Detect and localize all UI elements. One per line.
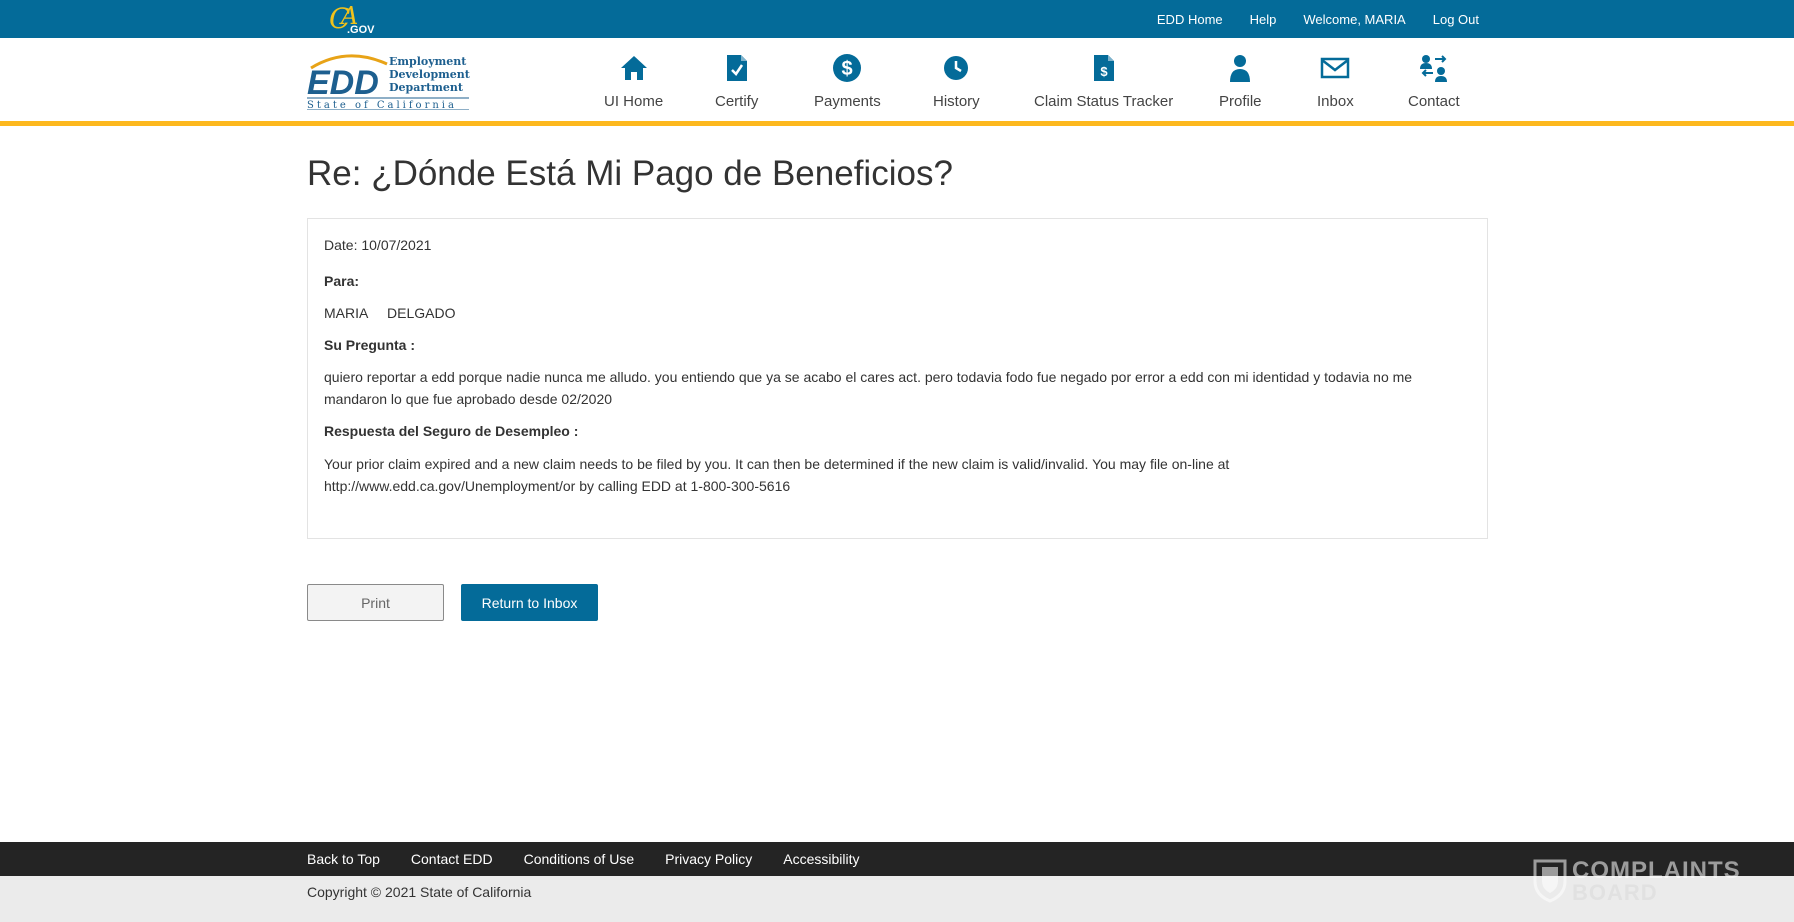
question-text: quiero reportar a edd porque nadie nunca… — [324, 369, 1413, 407]
top-links: EDD Home Help Welcome, MARIA Log Out — [1130, 0, 1479, 38]
nav-claim-status-tracker[interactable]: $ Claim Status Tracker — [1034, 52, 1173, 110]
message-date: Date: 10/07/2021 — [324, 237, 432, 253]
watermark-line2: BOARD — [1572, 880, 1658, 905]
welcome-user[interactable]: Welcome, MARIA — [1303, 12, 1405, 27]
edd-home-link[interactable]: EDD Home — [1157, 12, 1223, 27]
top-utility-bar: C A .GOV EDD Home Help Welcome, MARIA Lo… — [0, 0, 1794, 38]
certify-document-icon — [722, 52, 752, 84]
message-box: Date: 10/07/2021 Para: MARIA DELGADO Su … — [307, 218, 1488, 539]
nav-payments[interactable]: $ Payments — [814, 52, 881, 110]
nav-label: Contact — [1408, 93, 1460, 110]
help-link[interactable]: Help — [1250, 12, 1277, 27]
privacy-policy-link[interactable]: Privacy Policy — [665, 851, 752, 867]
copyright-bar: Copyright © 2021 State of California — [0, 876, 1794, 922]
nav-ui-home[interactable]: UI Home — [604, 52, 663, 110]
svg-text:$: $ — [1100, 64, 1108, 79]
return-to-inbox-button[interactable]: Return to Inbox — [461, 584, 598, 621]
print-button[interactable]: Print — [307, 584, 444, 621]
footer-links: Back to Top Contact EDD Conditions of Us… — [307, 842, 891, 876]
main-nav: UI Home Certify $ Payments History $ Cla… — [0, 38, 1794, 126]
conditions-of-use-link[interactable]: Conditions of Use — [524, 851, 635, 867]
clock-icon — [941, 52, 971, 84]
envelope-icon — [1320, 52, 1350, 84]
nav-label: Inbox — [1317, 93, 1354, 110]
nav-label: UI Home — [604, 93, 664, 110]
page-title: Re: ¿Dónde Está Mi Pago de Beneficios? — [307, 154, 953, 193]
home-icon — [619, 52, 649, 84]
svg-text:.GOV: .GOV — [347, 24, 375, 36]
footer-links-bar: Back to Top Contact EDD Conditions of Us… — [0, 842, 1794, 876]
nav-label: Claim Status Tracker — [1034, 93, 1174, 110]
to-label: Para: — [324, 273, 360, 289]
nav-label: Profile — [1219, 93, 1262, 110]
nav-profile[interactable]: Profile — [1219, 52, 1262, 110]
back-to-top-link[interactable]: Back to Top — [307, 851, 380, 867]
site-header: EDD Employment Development Department St… — [0, 38, 1794, 126]
nav-certify[interactable]: Certify — [715, 52, 758, 110]
nav-contact[interactable]: Contact — [1408, 52, 1460, 110]
person-icon — [1225, 52, 1255, 84]
nav-label: Certify — [715, 93, 759, 110]
log-out-link[interactable]: Log Out — [1433, 12, 1479, 27]
nav-history[interactable]: History — [933, 52, 980, 110]
nav-inbox[interactable]: Inbox — [1317, 52, 1354, 110]
claim-document-dollar-icon: $ — [1089, 52, 1119, 84]
contact-edd-link[interactable]: Contact EDD — [411, 851, 493, 867]
accessibility-link[interactable]: Accessibility — [783, 851, 859, 867]
complaints-board-watermark: COMPLAINTS BOARD — [1532, 855, 1746, 905]
cagov-logo[interactable]: C A .GOV — [326, 2, 376, 36]
recipient-name: MARIA DELGADO — [324, 305, 456, 321]
svg-text:$: $ — [842, 58, 853, 80]
copyright-text: Copyright © 2021 State of California — [307, 884, 532, 900]
shield-icon — [1533, 859, 1567, 903]
answer-label: Respuesta del Seguro de Desempleo : — [324, 423, 579, 439]
nav-label: Payments — [814, 93, 881, 110]
dollar-icon: $ — [832, 52, 862, 84]
contact-exchange-icon — [1419, 52, 1449, 84]
question-label: Su Pregunta : — [324, 337, 416, 353]
answer-text: Your prior claim expired and a new claim… — [324, 456, 1230, 494]
nav-label: History — [933, 93, 980, 110]
